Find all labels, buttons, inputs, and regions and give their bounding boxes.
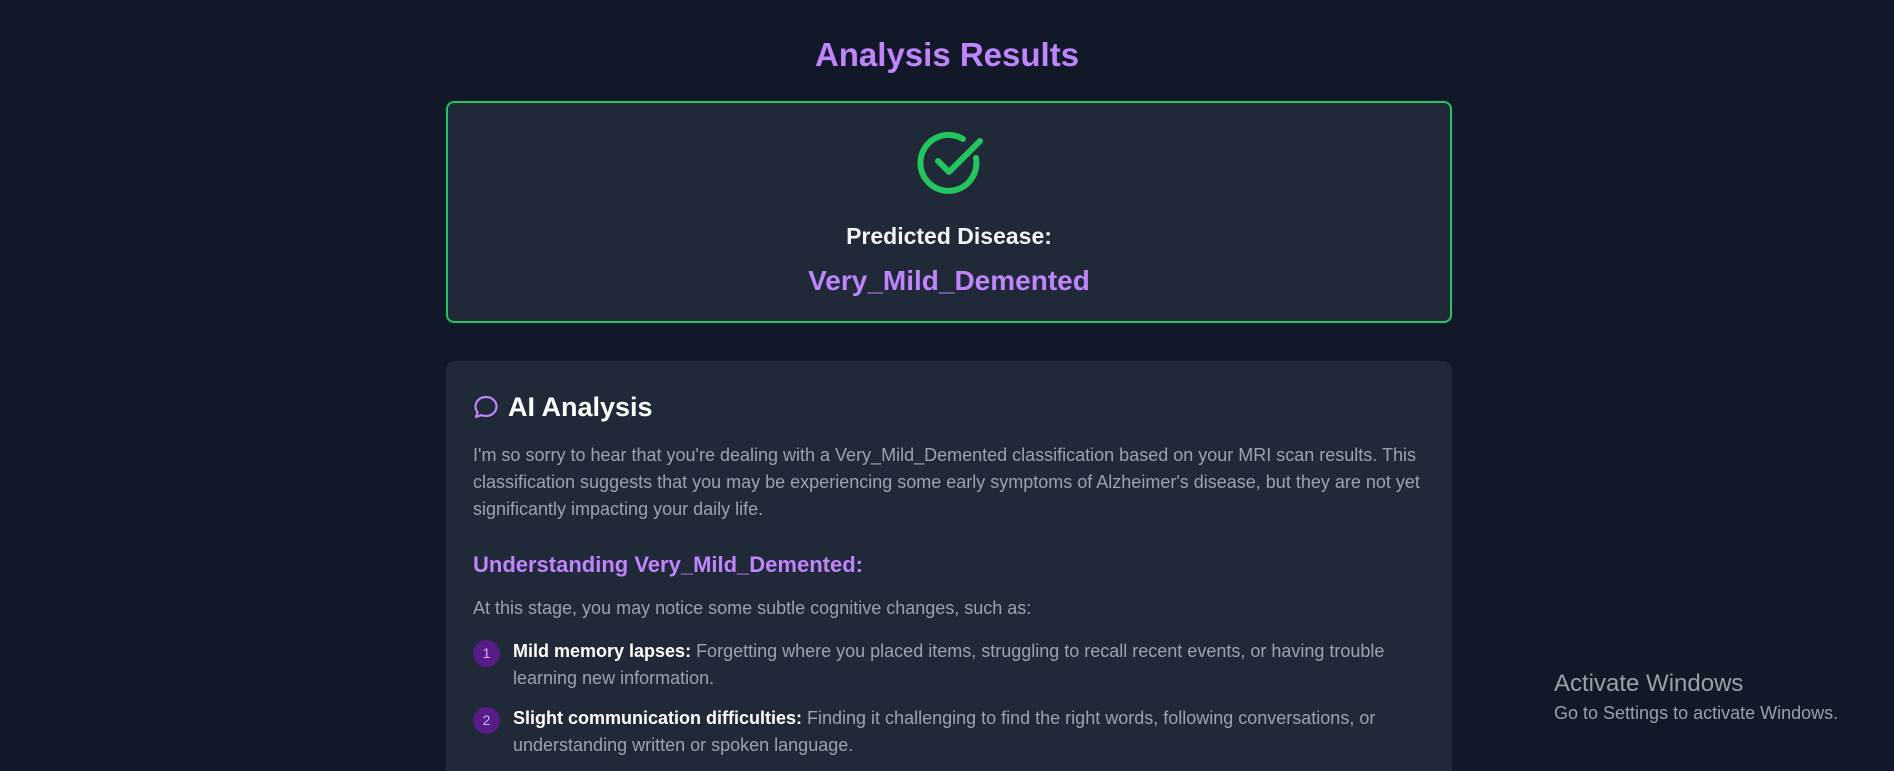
section-intro-text: At this stage, you may notice some subtl… xyxy=(473,598,1032,618)
symptom-term: Mild memory lapses: xyxy=(513,641,697,661)
section-heading: Understanding Very_Mild_Demented: xyxy=(473,552,863,577)
list-number-badge: 2 xyxy=(473,707,500,734)
analysis-intro-text: I'm so sorry to hear that you're dealing… xyxy=(473,445,1420,519)
page: Analysis Results Predicted Disease: Very… xyxy=(0,0,1894,771)
watermark-subtitle: Go to Settings to activate Windows. xyxy=(1554,703,1839,723)
predicted-disease-value: Very_Mild_Demented xyxy=(808,265,1090,296)
list-number-badge: 1 xyxy=(473,640,500,667)
page-title: Analysis Results xyxy=(814,36,1080,73)
activate-windows-watermark: Activate Windows Go to Settings to activ… xyxy=(1554,669,1838,725)
predicted-disease-label: Predicted Disease: xyxy=(846,223,1052,249)
ai-analysis-title: AI Analysis xyxy=(508,391,653,422)
chat-bubble-icon xyxy=(474,395,498,419)
list-item: 1 Mild memory lapses: Forgetting where y… xyxy=(473,638,1423,692)
ai-analysis-header: AI Analysis xyxy=(473,389,653,425)
symptom-list: 1 Mild memory lapses: Forgetting where y… xyxy=(473,638,1423,771)
check-circle-icon xyxy=(917,131,983,194)
prediction-card: Predicted Disease: Very_Mild_Demented xyxy=(446,101,1452,323)
watermark-title: Activate Windows xyxy=(1554,670,1744,697)
ai-analysis-card: AI Analysis I'm so sorry to hear that yo… xyxy=(446,361,1452,771)
list-item: 2 Slight communication difficulties: Fin… xyxy=(473,705,1423,759)
symptom-term: Slight communication difficulties: xyxy=(513,708,808,728)
